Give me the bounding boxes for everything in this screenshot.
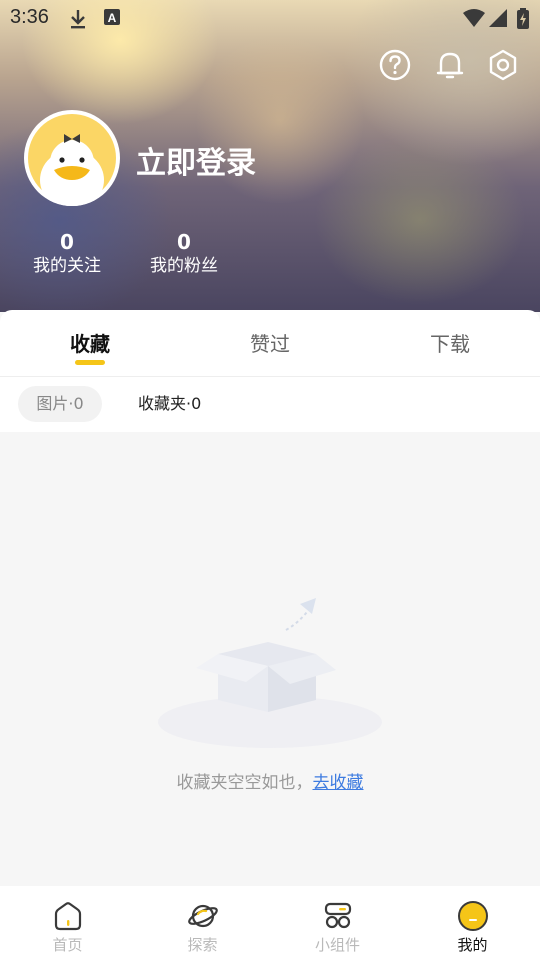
followers-count: 0 [177,230,191,254]
go-favorite-link[interactable]: 去收藏 [313,773,364,793]
followers-label: 我的粉丝 [150,256,218,276]
active-tab-indicator [75,360,105,365]
nav-item-profile[interactable]: 我的 [405,886,540,960]
tab-downloads[interactable]: 下载 [360,328,540,357]
wifi-icon [462,8,486,32]
subtab-images[interactable]: 图片·0 [18,386,102,422]
help-icon[interactable] [378,48,412,82]
profile-icon [458,901,488,931]
widgets-icon [324,902,352,929]
empty-message: 收藏夹空空如也，去收藏 [0,768,540,793]
a-badge-icon: A [103,8,121,30]
nav-label-profile: 我的 [457,936,488,954]
nav-label-explore: 探索 [187,936,218,954]
signal-icon [488,8,508,32]
battery-icon [516,8,530,34]
empty-state: 收藏夹空空如也，去收藏 [0,432,540,886]
nav-item-home[interactable]: 首页 [0,886,135,960]
following-label: 我的关注 [33,256,101,276]
tabs-divider [0,376,540,377]
download-icon [68,8,88,34]
following-stat[interactable]: 0 我的关注 [22,230,112,278]
nav-item-widgets[interactable]: 小组件 [270,886,405,960]
duck-avatar-icon [28,114,116,206]
subtab-folders[interactable]: 收藏夹·0 [138,386,201,422]
nav-label-widgets: 小组件 [314,936,360,954]
avatar[interactable] [24,110,120,206]
followers-stat[interactable]: 0 我的粉丝 [139,230,229,278]
settings-icon[interactable] [486,48,520,82]
bottom-nav: 首页 探索 小组件 我的 [0,886,540,960]
login-button[interactable]: 立即登录 [136,138,256,182]
bell-icon[interactable] [433,48,467,82]
nav-label-home: 首页 [52,936,83,954]
empty-message-text: 收藏夹空空如也， [176,773,313,793]
home-icon [54,902,82,931]
status-time: 3:36 [10,6,49,28]
status-bar: 3:36 A [0,0,540,36]
empty-box-icon [158,598,382,748]
planet-icon [188,904,218,928]
tab-liked[interactable]: 赞过 [180,328,360,357]
following-count: 0 [60,230,74,254]
nav-item-explore[interactable]: 探索 [135,886,270,960]
tab-favorites[interactable]: 收藏 [0,328,180,357]
svg-text:A: A [108,11,117,25]
